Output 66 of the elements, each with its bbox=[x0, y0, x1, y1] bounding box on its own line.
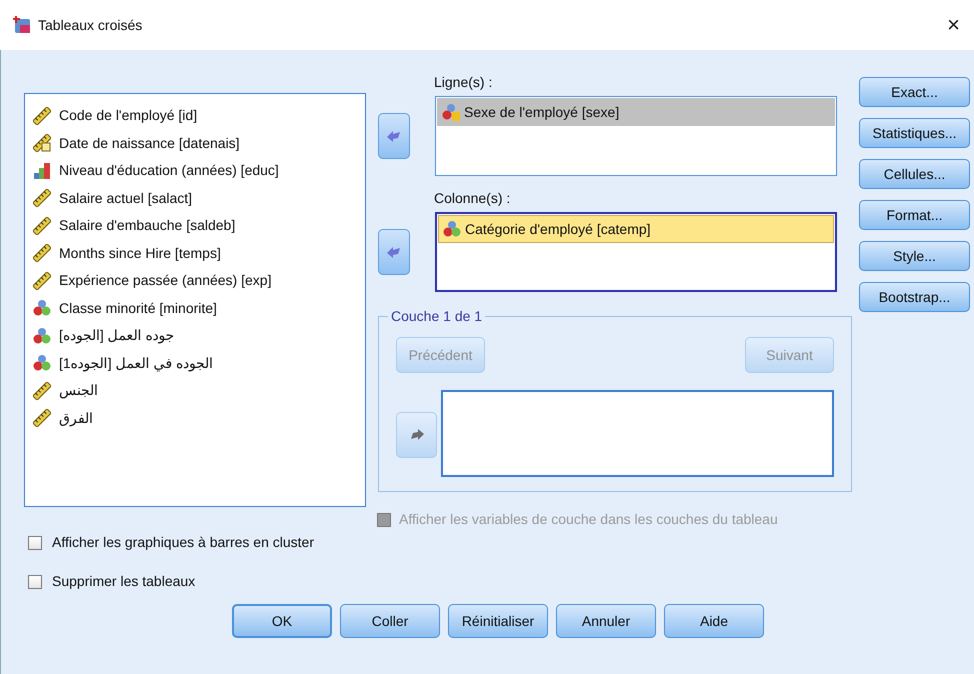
circles-icon bbox=[33, 326, 51, 345]
circles-icon bbox=[443, 220, 461, 238]
list-item[interactable]: Expérience passée (années) [exp] bbox=[33, 267, 365, 294]
checkbox[interactable] bbox=[28, 536, 42, 550]
move-button[interactable] bbox=[378, 113, 410, 159]
item-label: Sexe de l'employé [sexe] bbox=[464, 102, 620, 122]
variable-list[interactable]: Sexe de l'employé [sexe] bbox=[435, 96, 837, 176]
checkbox-label: Supprimer les tableaux bbox=[52, 572, 196, 591]
circles-icon bbox=[33, 354, 51, 372]
dialog-button[interactable]: Annuler bbox=[556, 604, 656, 638]
move-button[interactable] bbox=[378, 229, 410, 275]
list-item[interactable]: Code de l'employé [id] bbox=[33, 102, 365, 130]
circles-letter-icon bbox=[442, 103, 460, 121]
item-label: Expérience passée (années) [exp] bbox=[59, 271, 272, 290]
item-label: الفرق bbox=[59, 408, 93, 428]
checkbox-label: Afficher les graphiques à barres en cluster bbox=[52, 533, 314, 552]
variable-list[interactable]: Catégorie d'employé [catemp] bbox=[435, 212, 837, 292]
item-label: Catégorie d'employé [catemp] bbox=[465, 220, 651, 239]
arrow-right-icon bbox=[408, 428, 424, 442]
list-item[interactable]: Niveau d'éducation (années) [educ] bbox=[33, 157, 365, 184]
list-item[interactable]: Salaire actuel [salact] bbox=[33, 184, 365, 212]
close-button[interactable]: × bbox=[945, 14, 962, 36]
item-label: Classe minorité [minorite] bbox=[59, 298, 217, 318]
table-icon bbox=[12, 15, 32, 35]
window-title: Tableaux croisés bbox=[38, 16, 142, 34]
item-label: Salaire d'embauche [saldeb] bbox=[59, 216, 236, 236]
list-item[interactable]: الجوده في العمل [الجوده1] bbox=[33, 350, 365, 377]
dialog-button[interactable]: Aide bbox=[664, 604, 764, 638]
list-item[interactable]: الفرق bbox=[33, 404, 365, 432]
option-button[interactable]: Bootstrap... bbox=[859, 282, 970, 312]
option-button[interactable]: Statistiques... bbox=[859, 118, 970, 148]
item-label: الجنس bbox=[59, 381, 98, 400]
list-item[interactable]: الجنس bbox=[33, 377, 365, 404]
option-button[interactable]: Exact... bbox=[859, 77, 970, 107]
list-item[interactable]: Classe minorité [minorite] bbox=[33, 294, 365, 322]
arrow-left-icon bbox=[386, 129, 402, 143]
item-label: Code de l'employé [id] bbox=[59, 106, 198, 126]
list-item[interactable]: جوده العمل [الجوده] bbox=[33, 322, 365, 350]
item-label: Date de naissance [datenais] bbox=[59, 134, 240, 153]
list-item[interactable]: Salaire d'embauche [saldeb] bbox=[33, 212, 365, 240]
bar-chart-icon bbox=[33, 162, 51, 180]
item-label: Months since Hire [temps] bbox=[59, 244, 221, 263]
list-item[interactable]: Sexe de l'employé [sexe] bbox=[437, 98, 835, 126]
item-label: Salaire actuel [salact] bbox=[59, 188, 192, 208]
circles-icon bbox=[33, 299, 51, 318]
item-label: جوده العمل [الجوده] bbox=[59, 326, 175, 346]
list-item[interactable]: Catégorie d'employé [catemp] bbox=[438, 215, 834, 243]
item-label: Niveau d'éducation (années) [educ] bbox=[59, 161, 279, 180]
dialog-button[interactable]: OK bbox=[232, 604, 332, 638]
section-label: Ligne(s) : bbox=[434, 73, 494, 92]
checkbox[interactable] bbox=[28, 574, 42, 588]
list-item[interactable]: Date de naissance [datenais] bbox=[33, 130, 365, 157]
source-variable-list[interactable] bbox=[24, 93, 366, 507]
dialog-button[interactable]: Réinitialiser bbox=[448, 604, 548, 638]
layer-list[interactable] bbox=[441, 390, 834, 477]
group-title: Couche 1 de 1 bbox=[390, 307, 484, 326]
arrow-left-icon bbox=[386, 245, 402, 259]
option-button[interactable]: Cellules... bbox=[859, 159, 970, 189]
move-button[interactable] bbox=[396, 412, 437, 458]
option-button[interactable]: Format... bbox=[859, 200, 970, 230]
item-label: الجوده في العمل [الجوده1] bbox=[59, 354, 214, 374]
dialog-button[interactable]: Coller bbox=[340, 604, 440, 638]
checkbox-label: Afficher les variables de couche dans les couches du tableau bbox=[399, 510, 778, 529]
option-button[interactable]: Style... bbox=[859, 241, 970, 271]
list-item[interactable]: Months since Hire [temps] bbox=[33, 240, 365, 267]
section-label: Colonne(s) : bbox=[434, 189, 512, 208]
